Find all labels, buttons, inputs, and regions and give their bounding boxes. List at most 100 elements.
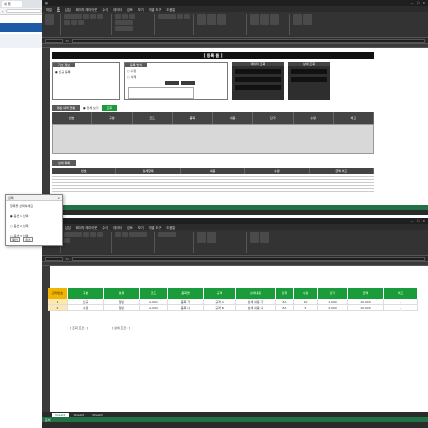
ribbon-tab[interactable]: 개발 도구	[149, 225, 162, 230]
align-center-icon[interactable]	[122, 14, 128, 19]
ribbon-tab[interactable]: 파일	[46, 7, 52, 12]
ribbon-tab[interactable]: 수식	[102, 7, 108, 12]
format-icon[interactable]	[270, 14, 279, 25]
ribbon-tab[interactable]: 개발 도구	[149, 7, 162, 12]
method-input-2[interactable]	[181, 81, 195, 85]
dialog-close-icon[interactable]: ×	[57, 195, 60, 200]
name-box[interactable]	[45, 38, 63, 43]
underline-icon[interactable]	[64, 20, 70, 25]
font-size-select[interactable]	[83, 232, 89, 237]
align-right-icon[interactable]	[129, 14, 135, 19]
ribbon-tab[interactable]: 페이지 레이아웃	[76, 225, 98, 230]
table-cell[interactable]: 일반	[104, 305, 140, 311]
formula-input[interactable]	[71, 38, 425, 43]
ribbon-tab[interactable]: 삽입	[65, 7, 71, 12]
method-list[interactable]	[128, 87, 194, 99]
back-icon[interactable]: ‹	[2, 9, 4, 14]
ribbon-tab[interactable]: 보기	[138, 225, 144, 230]
conditional-format-icon[interactable]	[197, 14, 206, 25]
method-input-1[interactable]	[165, 81, 179, 85]
list-option[interactable]: ● 전체 보기	[83, 106, 99, 110]
radio-edit[interactable]: ○ 수정	[125, 69, 227, 73]
cell-styles-icon[interactable]	[217, 14, 226, 25]
paste-icon[interactable]	[45, 14, 54, 25]
conditional-format-icon[interactable]	[197, 232, 206, 243]
browser-tab[interactable]: 새 탭	[2, 1, 22, 7]
ribbon-tab[interactable]: 보기	[138, 7, 144, 12]
font-color-icon[interactable]	[78, 20, 84, 25]
table-cell[interactable]: 규격 B	[204, 305, 236, 311]
list-button[interactable]: 조회	[101, 104, 118, 111]
detail-table-body[interactable]	[52, 174, 374, 192]
lookup1-field-2[interactable]	[235, 77, 281, 82]
align-center-icon[interactable]	[122, 232, 128, 237]
find-select-icon[interactable]	[303, 14, 312, 25]
close-icon[interactable]: ✕	[422, 219, 425, 223]
sheet-tab[interactable]: Sheet2	[71, 413, 88, 417]
format-table-icon[interactable]	[207, 14, 216, 25]
close-icon[interactable]: ✕	[422, 1, 425, 5]
font-select[interactable]	[64, 14, 82, 19]
sort-filter-icon[interactable]	[293, 14, 302, 25]
lookup1-field-3[interactable]	[235, 85, 281, 90]
table-cell[interactable]: 5	[294, 305, 318, 311]
bold-icon[interactable]	[90, 14, 96, 19]
sort-filter-icon[interactable]	[250, 232, 259, 243]
radio-new[interactable]: ● 신규 등록	[53, 70, 119, 74]
table-cell[interactable]: 10,000	[348, 305, 384, 311]
underline-icon[interactable]	[64, 238, 70, 243]
sheet-tab[interactable]: Sheet3	[89, 413, 106, 417]
dialog-ok-button[interactable]: 확인	[10, 237, 20, 242]
table-cell[interactable]: -	[384, 305, 418, 311]
worksheet-top[interactable]: [ 등록 폼 ] 기초 정보 ● 신규 등록 등록 방식 ○ 수정 ○ 삭제 데…	[42, 44, 428, 205]
table-cell[interactable]: 품목 나	[168, 305, 204, 311]
ribbon-tab[interactable]: 도움말	[166, 225, 175, 230]
italic-icon[interactable]	[97, 232, 103, 237]
delete-icon[interactable]	[260, 14, 269, 25]
align-left-icon[interactable]	[115, 14, 121, 19]
minimize-icon[interactable]: —	[411, 1, 414, 5]
table-cell[interactable]: A-002	[140, 305, 168, 311]
italic-icon[interactable]	[97, 14, 103, 19]
ribbon-tab[interactable]: 페이지 레이아웃	[76, 7, 98, 12]
format-table-icon[interactable]	[207, 232, 216, 243]
address-input[interactable]	[5, 9, 42, 13]
worksheet-bottom[interactable]: [ 조회 조건 : ] [ 상세 조건 : ]	[42, 262, 428, 412]
dialog-option-2[interactable]: ○ 옵션 2 선택	[6, 221, 62, 231]
wrap-text-button[interactable]	[115, 26, 133, 31]
formula-input[interactable]	[71, 256, 425, 261]
lookup1-field-1[interactable]	[235, 69, 281, 74]
sheet-tab[interactable]: Sheet1	[52, 412, 69, 417]
comma-icon[interactable]	[184, 14, 190, 19]
table-cell[interactable]: 2	[48, 305, 68, 311]
list-table-body[interactable]	[52, 124, 374, 154]
percent-icon[interactable]	[177, 14, 183, 19]
table-cell[interactable]: EA	[276, 305, 294, 311]
number-format-select[interactable]	[158, 14, 176, 19]
name-box[interactable]	[45, 256, 63, 261]
fill-color-icon[interactable]	[71, 20, 77, 25]
dialog-option-1[interactable]: ● 옵션 1 선택	[6, 211, 62, 221]
ribbon-tab[interactable]: 수식	[102, 225, 108, 230]
table-cell[interactable]: 수정	[68, 305, 104, 311]
find-select-icon[interactable]	[260, 232, 269, 243]
number-format-select[interactable]	[158, 232, 176, 237]
bold-icon[interactable]	[90, 232, 96, 237]
align-left-icon[interactable]	[115, 232, 121, 237]
font-size-select[interactable]	[83, 14, 89, 19]
table-cell[interactable]: 상세 내용 나	[236, 305, 276, 311]
minimize-icon[interactable]: —	[411, 219, 414, 223]
merge-button[interactable]	[115, 20, 133, 25]
insert-icon[interactable]	[250, 14, 259, 25]
ribbon-tab[interactable]: 검토	[127, 225, 133, 230]
radio-delete[interactable]: ○ 삭제	[125, 75, 227, 79]
maximize-icon[interactable]: ☐	[417, 219, 420, 223]
merge-button[interactable]	[129, 232, 147, 237]
ribbon-tab[interactable]: 데이터	[113, 7, 122, 12]
table-row[interactable]: 2 수정 일반 A-002 품목 나 규격 B 상세 내용 나 EA 5 2,000 10,000-	[48, 305, 418, 311]
lookup2-field-1[interactable]	[291, 69, 327, 74]
ribbon-tab[interactable]: 도움말	[166, 7, 175, 12]
ribbon-tab[interactable]: 삽입	[65, 225, 71, 230]
ribbon-tab[interactable]: 검토	[127, 7, 133, 12]
ribbon-tab[interactable]: 홈	[56, 6, 60, 12]
